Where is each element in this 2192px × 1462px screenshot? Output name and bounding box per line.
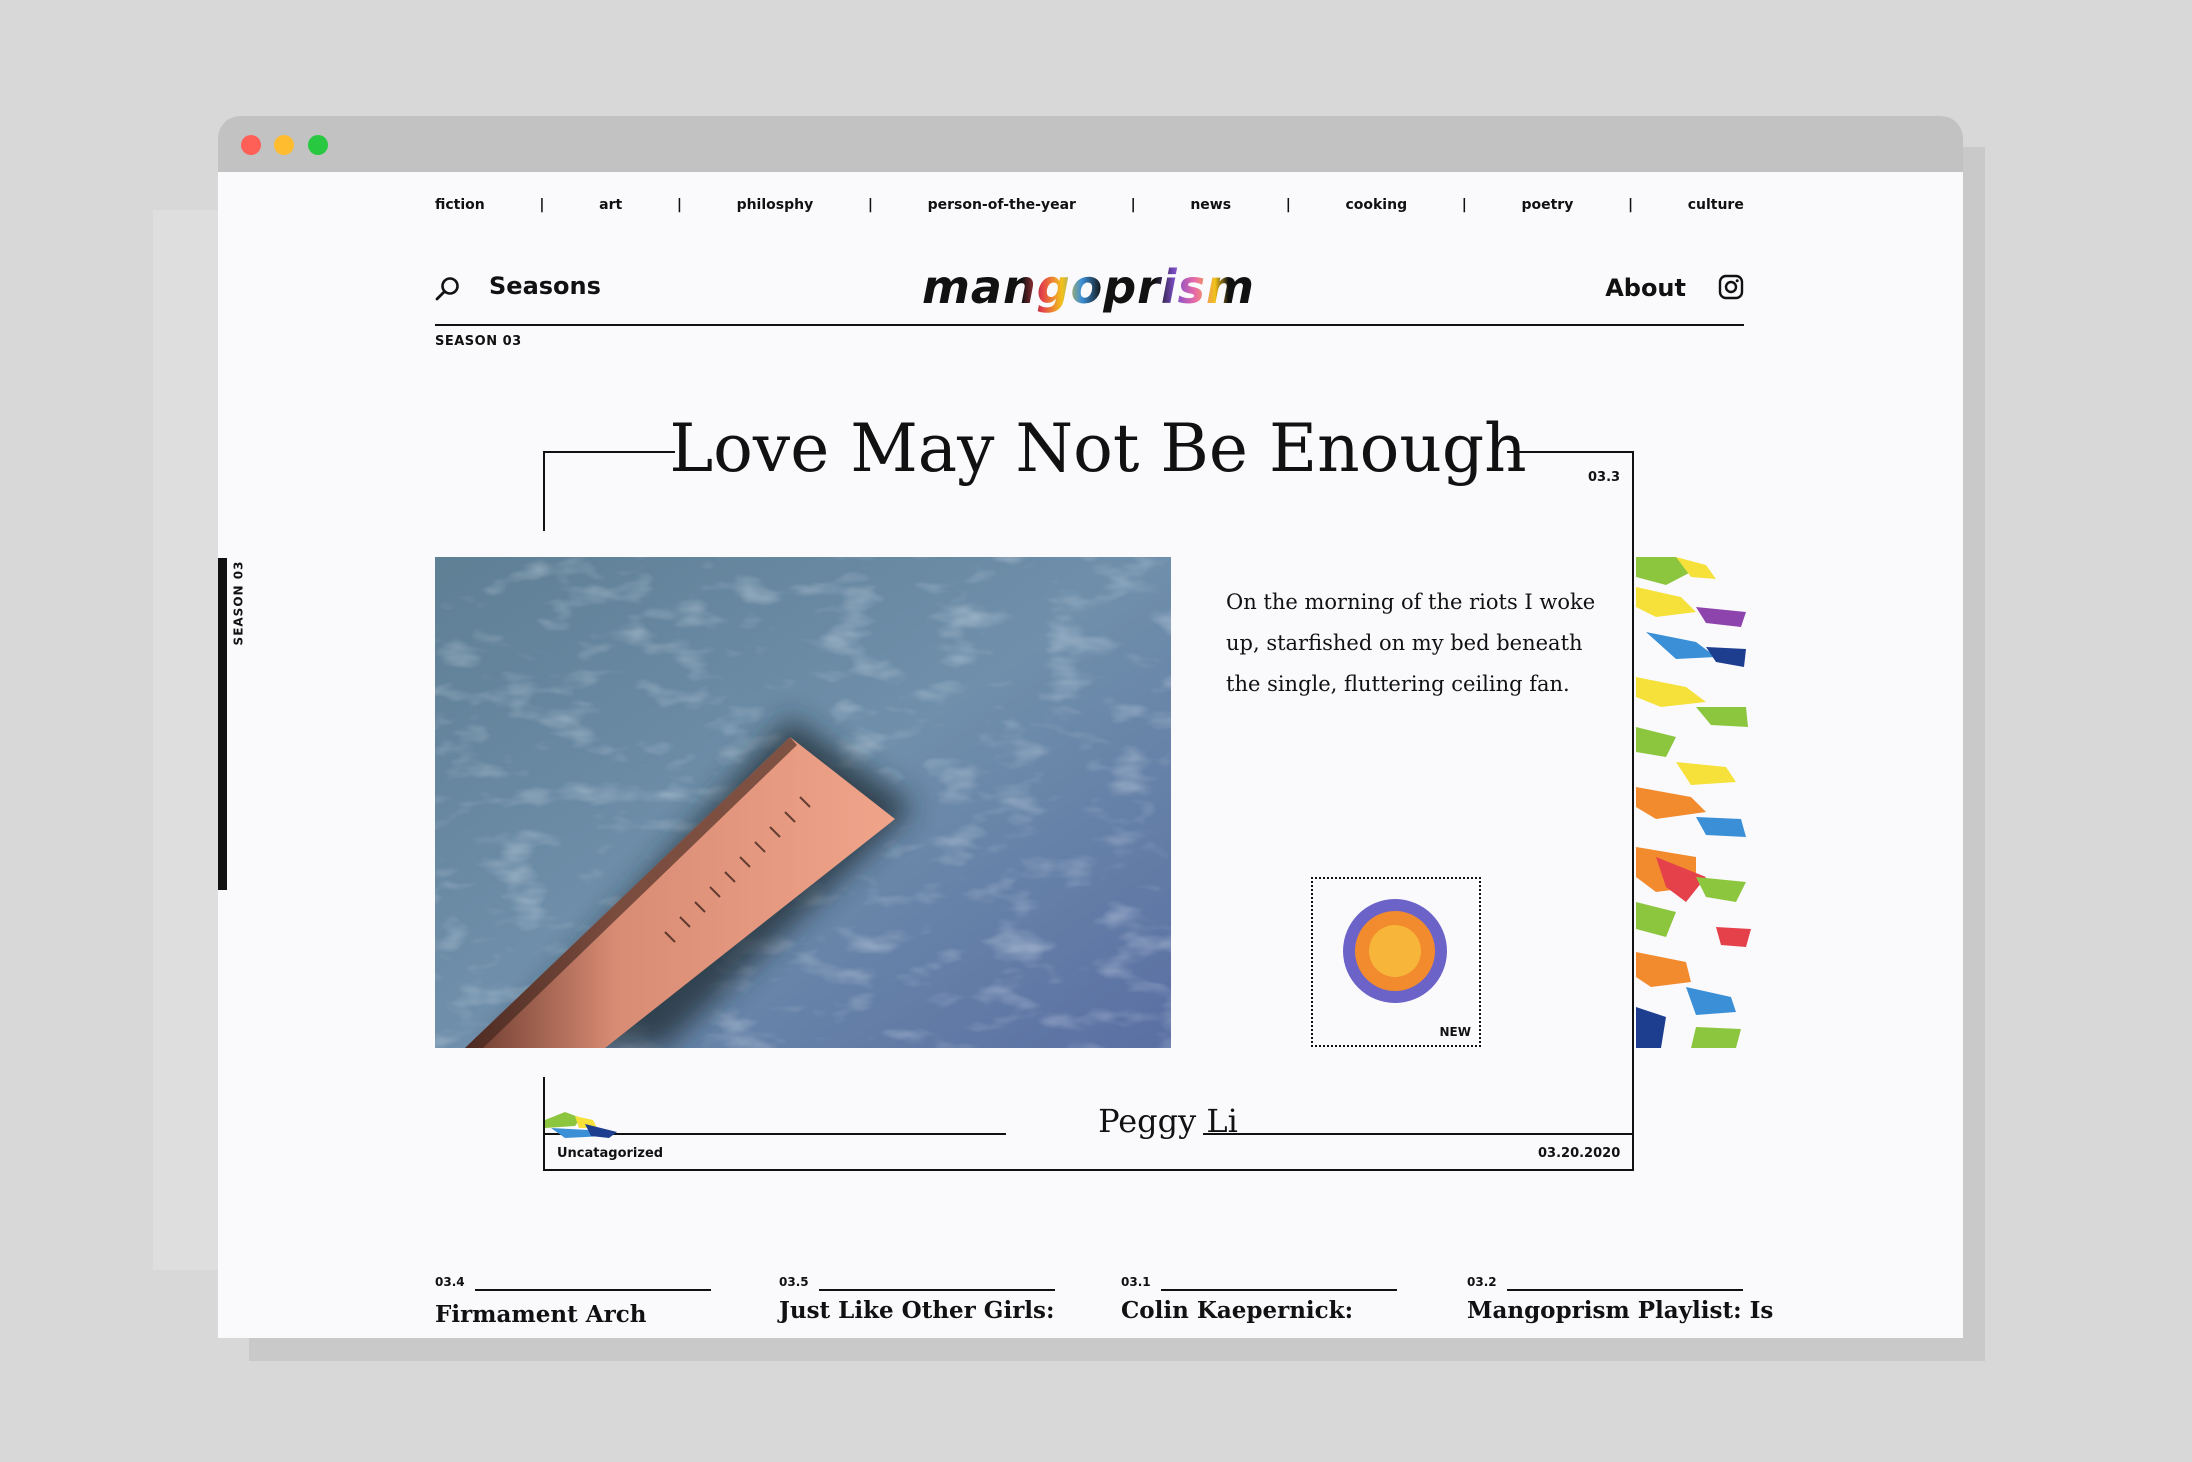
site-header: Seasons mangoprism About bbox=[435, 260, 1744, 318]
nav-separator: | bbox=[867, 197, 873, 213]
header-divider bbox=[435, 324, 1744, 326]
close-window-button[interactable] bbox=[241, 135, 261, 155]
nav-item-culture[interactable]: culture bbox=[1688, 197, 1744, 213]
season-side-rail bbox=[218, 558, 227, 890]
maximize-window-button[interactable] bbox=[308, 135, 328, 155]
season-side-label[interactable]: SEASON 03 bbox=[230, 560, 250, 650]
nav-item-art[interactable]: art bbox=[599, 197, 622, 213]
article-number: 03.3 bbox=[1588, 470, 1621, 485]
nav-separator: | bbox=[539, 197, 545, 213]
related-article-number: 03.1 bbox=[1121, 1275, 1151, 1289]
related-article-number: 03.2 bbox=[1467, 1275, 1497, 1289]
search-icon[interactable] bbox=[435, 276, 461, 302]
related-article-title[interactable]: Colin Kaepernick: bbox=[1121, 1297, 1353, 1324]
related-article-rule bbox=[1161, 1289, 1397, 1291]
article-excerpt: On the morning of the riots I woke up, s… bbox=[1226, 590, 1596, 696]
nav-separator: | bbox=[1461, 197, 1467, 213]
article-title[interactable]: Love May Not Be Enough bbox=[598, 410, 1598, 487]
nav-separator: | bbox=[1130, 197, 1136, 213]
nav-item-person-of-the-year[interactable]: person-of-the-year bbox=[928, 197, 1076, 213]
related-article-number: 03.4 bbox=[435, 1275, 465, 1289]
nav-separator: | bbox=[676, 197, 682, 213]
related-article-rule bbox=[819, 1289, 1055, 1291]
nav-item-cooking[interactable]: cooking bbox=[1345, 197, 1407, 213]
instagram-icon[interactable] bbox=[1718, 274, 1744, 300]
minimize-window-button[interactable] bbox=[274, 135, 294, 155]
frame-line bbox=[543, 451, 545, 531]
new-stamp: NEW bbox=[1311, 877, 1481, 1047]
article-category[interactable]: Uncatagorized bbox=[557, 1146, 663, 1161]
about-link[interactable]: About bbox=[1605, 274, 1686, 302]
related-article-rule bbox=[475, 1289, 711, 1291]
prism-splash-graphic bbox=[1636, 557, 1751, 1048]
mango-sticker-logo bbox=[1343, 899, 1447, 1003]
article-hero-image[interactable] bbox=[435, 557, 1171, 1048]
seasons-link[interactable]: Seasons bbox=[489, 272, 601, 300]
related-article-title[interactable]: Firmament Arch bbox=[435, 1301, 646, 1328]
frame-line bbox=[543, 1169, 1634, 1171]
category-splash-graphic bbox=[545, 1112, 617, 1138]
related-article-rule bbox=[1507, 1289, 1743, 1291]
stamp-label: NEW bbox=[1439, 1025, 1471, 1039]
related-article-title[interactable]: Mangoprism Playlist: Is bbox=[1467, 1297, 1773, 1324]
pool-photo bbox=[435, 557, 1171, 1048]
site-logo[interactable]: mangoprism bbox=[922, 260, 1255, 314]
season-side-label-text: SEASON 03 bbox=[231, 560, 246, 646]
article-author[interactable]: Peggy Li bbox=[1018, 1102, 1318, 1140]
nav-separator: | bbox=[1285, 197, 1291, 213]
article-date: 03.20.2020 bbox=[1538, 1146, 1621, 1161]
nav-separator: | bbox=[1627, 197, 1634, 213]
related-article-title[interactable]: Just Like Other Girls: bbox=[779, 1297, 1054, 1324]
frame-line bbox=[1632, 451, 1634, 1171]
window-titlebar bbox=[218, 116, 1963, 172]
web-page: fiction | art | philosphy | person-of-th… bbox=[218, 172, 1963, 1338]
nav-item-poetry[interactable]: poetry bbox=[1521, 197, 1573, 213]
nav-item-news[interactable]: news bbox=[1190, 197, 1231, 213]
category-nav: fiction | art | philosphy | person-of-th… bbox=[435, 193, 1744, 217]
nav-item-fiction[interactable]: fiction bbox=[435, 197, 485, 213]
breadcrumb[interactable]: SEASON 03 bbox=[435, 334, 522, 349]
browser-window: fiction | art | philosphy | person-of-th… bbox=[218, 116, 1963, 1338]
nav-item-philosphy[interactable]: philosphy bbox=[737, 197, 814, 213]
related-article-number: 03.5 bbox=[779, 1275, 809, 1289]
